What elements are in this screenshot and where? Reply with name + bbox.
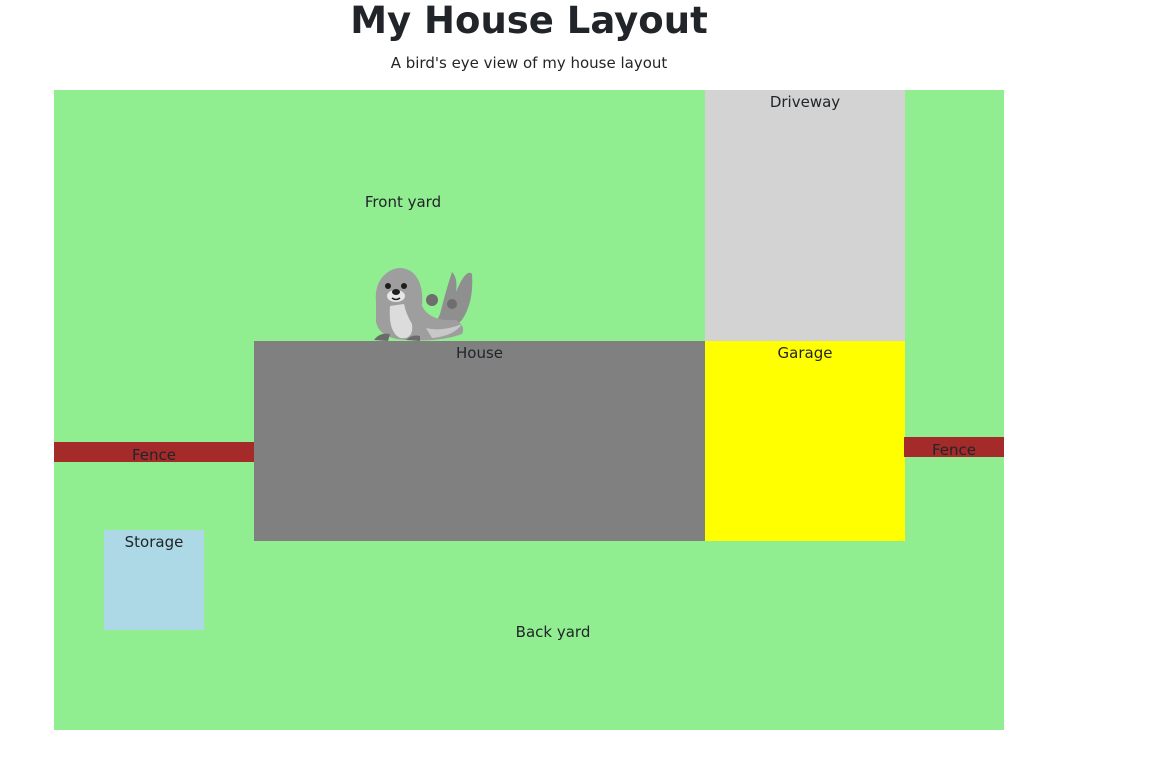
garage-zone: Garage <box>705 341 905 541</box>
house-layout-map: Front yard Driveway House Garage Fence F… <box>54 90 1004 730</box>
driveway-zone: Driveway <box>705 90 905 341</box>
front-yard-label: Front yard <box>364 193 442 211</box>
fence-right-zone: Fence <box>904 437 1004 459</box>
page-subtitle: A bird's eye view of my house layout <box>390 54 668 72</box>
back-yard-label: Back yard <box>515 623 591 641</box>
storage-zone: Storage <box>104 530 204 630</box>
driveway-label: Driveway <box>769 93 841 111</box>
garage-label: Garage <box>777 344 833 362</box>
storage-label: Storage <box>124 533 184 551</box>
house-label: House <box>455 344 503 362</box>
fence-left-label: Fence <box>131 446 177 464</box>
fence-left-zone: Fence <box>54 442 254 464</box>
fence-right-label: Fence <box>931 441 977 459</box>
seal-icon <box>374 268 473 341</box>
house-zone: House <box>254 341 705 541</box>
page-title: My House Layout <box>350 0 708 42</box>
